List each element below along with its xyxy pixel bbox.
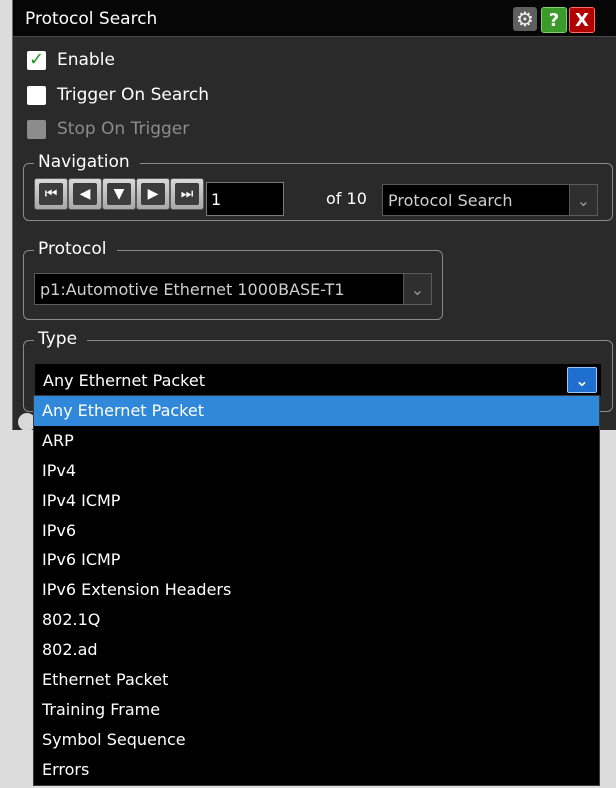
dropdown-item-ipv4[interactable]: IPv4 — [34, 456, 599, 486]
chevron-down-icon[interactable]: ⌄ — [567, 367, 597, 393]
dropdown-item-802-1q[interactable]: 802.1Q — [34, 605, 599, 635]
triangle-right-icon: ▶ — [141, 183, 165, 205]
enable-checkbox[interactable]: ✓ — [27, 49, 46, 70]
help-button[interactable]: ? — [541, 7, 567, 33]
type-value: Any Ethernet Packet — [43, 370, 205, 390]
dropdown-item-arp[interactable]: ARP — [34, 426, 599, 456]
gear-icon[interactable]: ⚙ — [513, 7, 537, 31]
triangle-left-icon: ◀ — [73, 183, 97, 205]
protocol-group: Protocol p1:Automotive Ethernet 1000BASE… — [23, 239, 443, 320]
type-legend: Type — [34, 329, 88, 349]
skip-last-icon: ⏭ — [175, 183, 199, 205]
dropdown-item-any-ethernet-packet[interactable]: Any Ethernet Packet — [34, 396, 599, 426]
down-button[interactable]: ▼ — [102, 178, 136, 210]
triangle-down-icon: ▼ — [107, 183, 131, 205]
protocol-value: p1:Automotive Ethernet 1000BASE-T1 — [40, 279, 345, 299]
dialog-title: Protocol Search — [25, 9, 158, 29]
protocol-legend: Protocol — [34, 239, 117, 259]
trigger-on-search-checkbox[interactable] — [27, 85, 46, 105]
chevron-down-icon: ⌄ — [569, 185, 597, 215]
dropdown-item-ipv6[interactable]: IPv6 — [34, 516, 599, 546]
trigger-on-search-row[interactable]: Trigger On Search — [27, 82, 209, 108]
trigger-on-search-label: Trigger On Search — [57, 85, 209, 105]
next-button[interactable]: ▶ — [136, 178, 170, 210]
navigation-mode-select[interactable]: Protocol Search ⌄ — [382, 184, 598, 216]
chevron-down-icon: ⌄ — [403, 274, 431, 304]
protocol-search-dialog: Protocol Search ⚙ ? X ✓ Enable Trigger O… — [12, 0, 616, 430]
dropdown-item-ipv4-icmp[interactable]: IPv4 ICMP — [34, 486, 599, 516]
skip-first-icon: ⏮ — [39, 183, 63, 205]
of-label: of — [326, 189, 342, 208]
type-select[interactable]: Any Ethernet Packet ⌄ — [35, 364, 601, 396]
stop-on-trigger-label: Stop On Trigger — [57, 119, 190, 139]
navigation-legend: Navigation — [34, 152, 140, 172]
navigation-group: Navigation ⏮ ◀ ▼ ▶ ⏭ of 10 Protocol Sear… — [23, 152, 613, 221]
dropdown-item-ipv6-icmp[interactable]: IPv6 ICMP — [34, 545, 599, 575]
check-icon: ✓ — [28, 49, 45, 70]
previous-button[interactable]: ◀ — [68, 178, 102, 210]
last-button[interactable]: ⏭ — [170, 178, 204, 210]
stop-on-trigger-row: Stop On Trigger — [27, 116, 189, 142]
dropdown-item-ethernet-packet[interactable]: Ethernet Packet — [34, 665, 599, 695]
type-dropdown-list: Any Ethernet Packet ARP IPv4 IPv4 ICMP I… — [33, 395, 600, 786]
protocol-select[interactable]: p1:Automotive Ethernet 1000BASE-T1 ⌄ — [34, 273, 432, 305]
dropdown-item-errors[interactable]: Errors — [34, 755, 599, 785]
enable-row[interactable]: ✓ Enable — [27, 47, 115, 73]
navigation-mode-value: Protocol Search — [388, 190, 513, 210]
title-bar: Protocol Search ⚙ ? X — [13, 0, 616, 37]
dropdown-item-802-ad[interactable]: 802.ad — [34, 635, 599, 665]
dropdown-item-symbol-sequence[interactable]: Symbol Sequence — [34, 725, 599, 755]
enable-label: Enable — [57, 50, 115, 70]
of-total-text: of 10 — [326, 189, 367, 208]
close-button[interactable]: X — [569, 7, 595, 33]
first-button[interactable]: ⏮ — [34, 178, 68, 210]
dropdown-item-ipv6-extension-headers[interactable]: IPv6 Extension Headers — [34, 575, 599, 605]
stop-on-trigger-checkbox — [27, 119, 46, 139]
current-index-input[interactable] — [206, 182, 284, 216]
total-count: 10 — [346, 189, 367, 208]
dropdown-item-training-frame[interactable]: Training Frame — [34, 695, 599, 725]
